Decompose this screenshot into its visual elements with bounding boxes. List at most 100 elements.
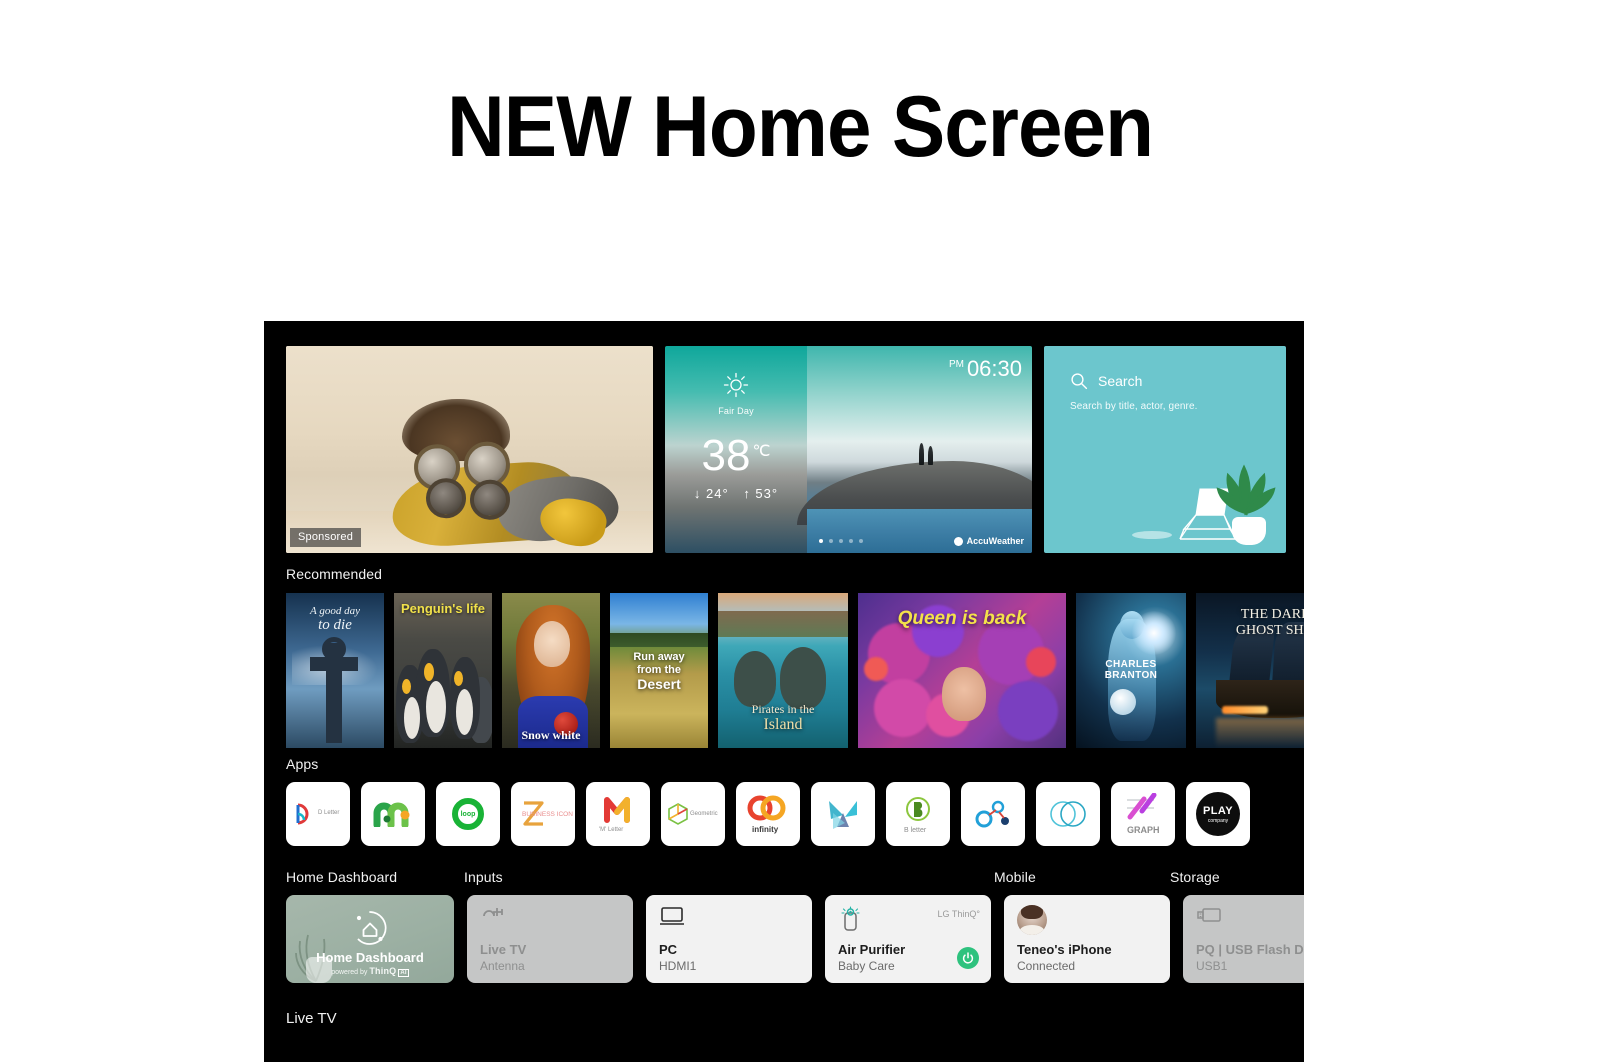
weather-card[interactable]: Fair Day 38 ℃ ↓ 24° ↑ 53° PM 06:30 AccuW… (665, 346, 1032, 553)
recommended-title: Penguin's life (401, 601, 485, 616)
clock-ampm: PM (948, 359, 964, 370)
app-label: B letter (904, 827, 927, 834)
recommended-tile[interactable]: Snow white (502, 593, 600, 748)
home-dashboard-icon (356, 911, 387, 945)
accuweather-logo-icon (953, 536, 963, 546)
page-root: NEW Home Screen Sponsored Fair Day 38 ℃ … (0, 0, 1600, 1062)
clock: PM 06:30 (949, 358, 1022, 380)
app-tile-graph[interactable]: GRAPH (1111, 782, 1175, 846)
search-card[interactable]: Search Search by title, actor, genre. (1044, 346, 1286, 553)
tile-title: Home Dashboard (316, 950, 424, 965)
tile-air-purifier[interactable]: LG ThinQ° Air Purifier Baby Care (825, 895, 991, 983)
tile-text: Air Purifier Baby Care (838, 942, 905, 974)
app-tile-b-letter[interactable]: B letter (886, 782, 950, 846)
accuweather-label: AccuWeather (966, 536, 1024, 546)
tile-usb-storage[interactable]: PQ | USB Flash Drive USB1 (1183, 895, 1304, 983)
app-tile-business[interactable]: BUSINESS ICON (511, 782, 575, 846)
tile-text: Teneo's iPhone Connected (1017, 941, 1112, 974)
recommended-tile[interactable]: Penguin's life (394, 593, 492, 748)
tile-text: PQ | USB Flash Drive USB1 (1196, 942, 1304, 974)
recommended-tile[interactable]: THE DARK GHOST SHIP (1196, 593, 1304, 748)
app-tile-m-arch[interactable] (361, 782, 425, 846)
geometric-cube-icon (668, 803, 688, 825)
app-tile-play-company[interactable]: PLAY company (1186, 782, 1250, 846)
app-label: D Letter (318, 810, 340, 816)
sponsored-ad-card[interactable]: Sponsored (286, 346, 653, 553)
tile-home-dashboard[interactable]: Home Dashboard powered by ThinQ AI (286, 895, 454, 983)
app-tile-molecule[interactable] (961, 782, 1025, 846)
section-label-inputs: Inputs (464, 869, 503, 885)
weather-low: ↓ 24° (693, 486, 729, 501)
infinity-rings-icon (747, 795, 786, 821)
clock-time: 06:30 (966, 356, 1022, 381)
hero-row: Sponsored Fair Day 38 ℃ ↓ 24° ↑ 53° PM 0… (286, 346, 1304, 553)
antenna-input-icon (483, 908, 503, 917)
app-tile-m-letter[interactable]: 'M' Letter (586, 782, 650, 846)
app-tile-geometric[interactable]: Geometric (661, 782, 725, 846)
recommended-tile[interactable]: Queen is back (858, 593, 1066, 748)
recommended-tile[interactable]: A good day to die (286, 593, 384, 748)
tile-teneos-iphone[interactable]: Teneo's iPhone Connected (1004, 895, 1170, 983)
app-label: BUSINESS ICON (522, 811, 573, 818)
tile-text: PC HDMI1 (659, 942, 696, 974)
recommended-tile[interactable]: Pirates in the Island (718, 593, 848, 748)
weather-scenery-panel: PM 06:30 AccuWeather (797, 346, 1032, 553)
tile-subtitle: USB1 (1196, 959, 1228, 973)
page-title: NEW Home Screen (446, 79, 1154, 175)
tile-live-tv[interactable]: Live TV Antenna (467, 895, 633, 983)
search-header[interactable]: Search (1070, 372, 1142, 390)
section-label-mobile: Mobile (994, 869, 1036, 885)
tile-subtitle: Baby Care (838, 959, 895, 973)
app-label: infinity (752, 825, 779, 834)
recommended-tile[interactable]: Run away from the Desert (610, 593, 708, 748)
weather-condition: Fair Day (718, 406, 754, 416)
recommended-title: Snow white (521, 727, 581, 742)
double-circle-icon (1050, 801, 1086, 827)
power-toggle-button[interactable] (957, 947, 979, 969)
tv-home-screen: Sponsored Fair Day 38 ℃ ↓ 24° ↑ 53° PM 0… (264, 321, 1304, 1062)
monitor-icon (660, 907, 684, 925)
carousel-dots[interactable] (819, 539, 863, 543)
recommended-title: Run away from the Desert (633, 651, 685, 693)
sponsored-badge: Sponsored (290, 528, 362, 547)
recommended-tile[interactable]: CHARLES BRANTON (1076, 593, 1186, 748)
weather-high: ↑ 53° (743, 486, 779, 501)
recommended-title: A good day to die (310, 605, 360, 634)
play-company-icon: PLAY company (1196, 792, 1240, 836)
tile-title: Teneo's iPhone (1017, 941, 1112, 957)
tile-text: Live TV Antenna (480, 941, 527, 974)
app-tile-loop[interactable]: loop (436, 782, 500, 846)
power-icon (962, 952, 974, 964)
weather-range: ↓ 24° ↑ 53° (665, 486, 807, 501)
search-scene-shadow (1132, 531, 1172, 539)
app-tile-infinity[interactable]: infinity (736, 782, 800, 846)
search-title: Search (1098, 373, 1143, 389)
play-sub-label: company (1207, 817, 1229, 824)
bird-leaf-icon (829, 801, 857, 829)
tile-title: Live TV (480, 941, 527, 957)
app-label: PLAY (1203, 804, 1233, 817)
search-subtitle: Search by title, actor, genre. (1070, 401, 1198, 412)
m-letter-icon (604, 797, 630, 823)
app-tile-bird-leaf[interactable] (811, 782, 875, 846)
thinq-badge: powered by ThinQ AI (331, 966, 409, 977)
d-letter-icon (296, 803, 309, 825)
app-tile-double-circle[interactable] (1036, 782, 1100, 846)
recommended-title: THE DARK GHOST SHIP (1235, 607, 1304, 639)
plant-pot (1232, 517, 1266, 545)
lg-thinq-brand: LG ThinQ° (937, 909, 980, 919)
graph-icon (1127, 793, 1157, 820)
ad-goggles-lower (425, 477, 512, 521)
scenery-tree (919, 443, 924, 465)
section-label-recommended: Recommended (286, 566, 383, 582)
section-label-live-tv: Live TV (286, 1010, 337, 1027)
app-tile-d-letter[interactable]: D Letter (286, 782, 350, 846)
temperature-unit: ℃ (752, 443, 771, 460)
air-purifier-icon (841, 906, 860, 931)
tile-pc[interactable]: PC HDMI1 (646, 895, 812, 983)
weather-temperature: 38 ℃ (665, 434, 807, 478)
app-label: loop (460, 810, 476, 818)
recommended-title: Queen is back (897, 608, 1027, 629)
weather-summary-panel: Fair Day 38 ℃ ↓ 24° ↑ 53° (665, 346, 807, 553)
scenery-water (807, 509, 1032, 553)
